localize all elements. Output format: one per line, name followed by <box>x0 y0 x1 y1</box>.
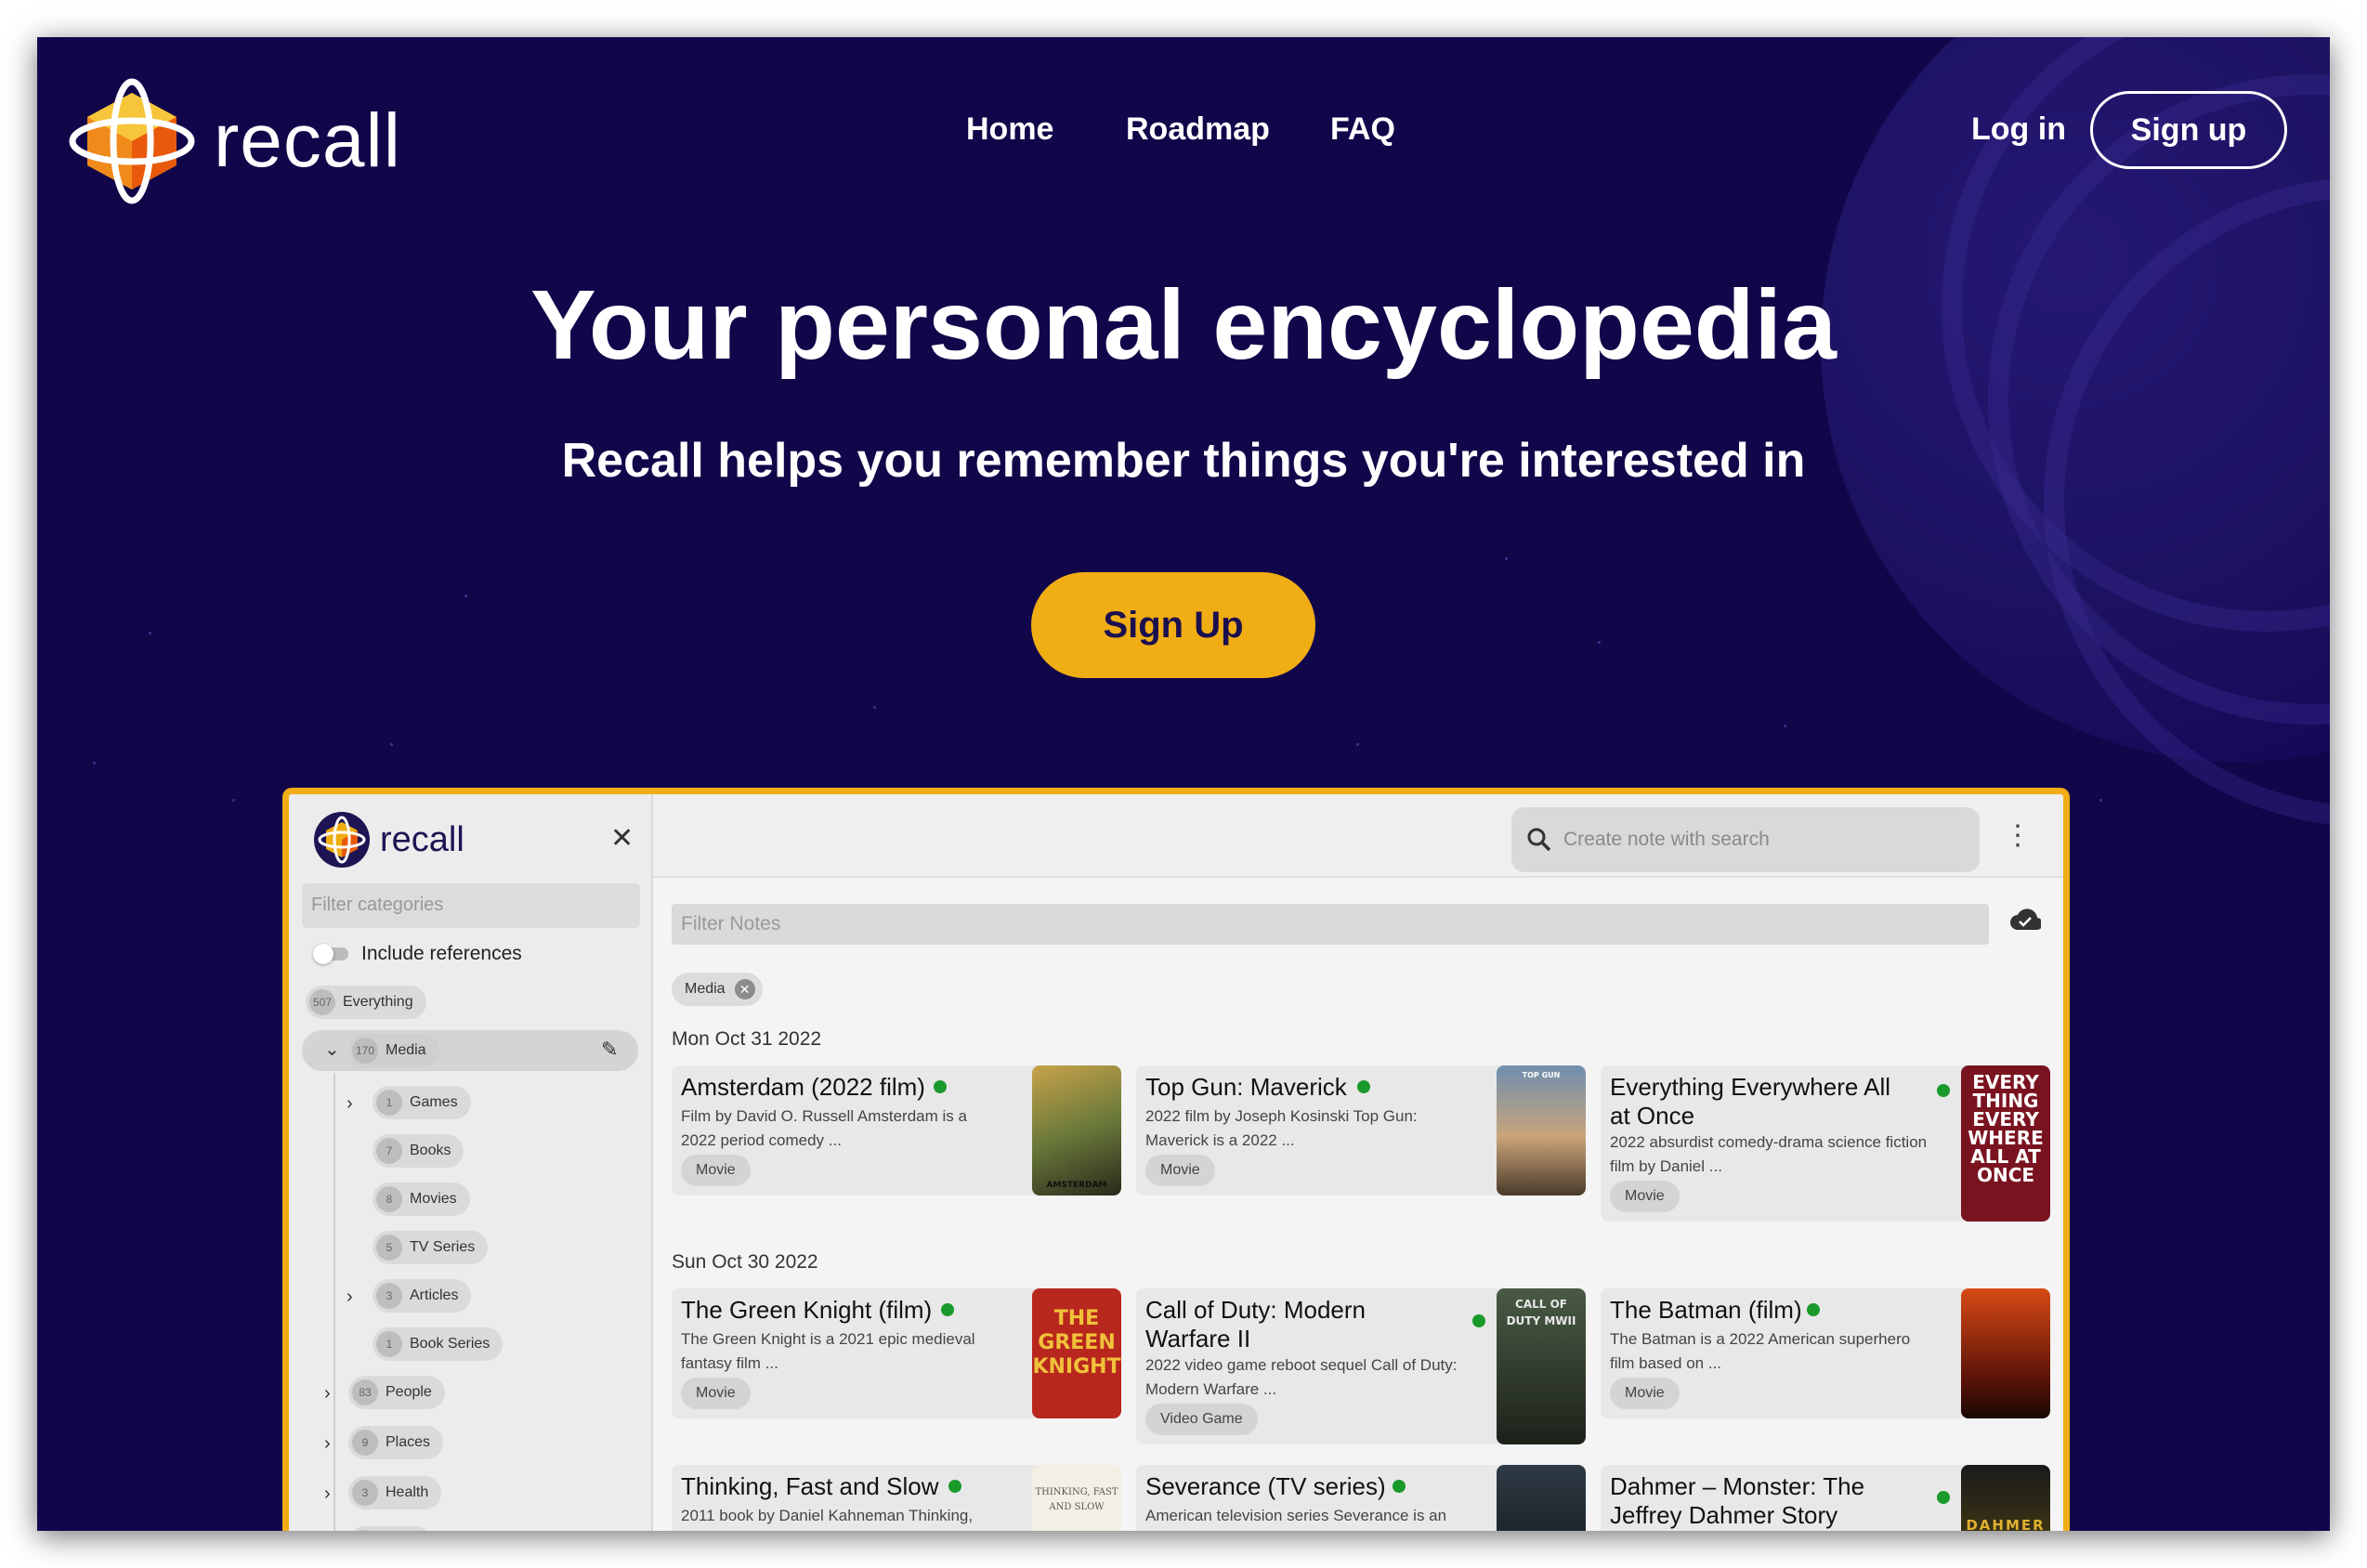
poster-image: TOP GUN <box>1497 1065 1586 1196</box>
chevron-right-icon[interactable]: › <box>324 1483 331 1505</box>
filter-notes-input[interactable]: Filter Notes <box>672 904 1989 945</box>
note-type-tag[interactable]: Movie <box>1145 1155 1215 1186</box>
note-type-tag[interactable]: Video Game <box>1145 1404 1258 1435</box>
status-dot <box>1937 1084 1950 1097</box>
nav-home[interactable]: Home <box>966 111 1053 148</box>
toggle-switch[interactable] <box>313 944 348 964</box>
status-dot <box>1472 1314 1485 1327</box>
category-everything[interactable]: 507 Everything <box>306 986 426 1019</box>
note-type-tag[interactable]: Movie <box>681 1378 751 1409</box>
include-references-toggle[interactable]: Include references <box>313 943 522 965</box>
include-references-label: Include references <box>361 943 522 964</box>
edit-pencil-icon[interactable]: ✎ <box>601 1038 618 1062</box>
status-dot <box>1937 1491 1950 1504</box>
note-card[interactable]: Dahmer – Monster: The Jeffrey Dahmer Sto… <box>1601 1465 2050 1531</box>
hero-subtitle: Recall helps you remember things you're … <box>561 434 1806 488</box>
login-link[interactable]: Log in <box>1971 111 2066 148</box>
status-dot <box>1807 1303 1820 1316</box>
note-card[interactable]: Amsterdam (2022 film) Film by David O. R… <box>672 1065 1121 1196</box>
category-people[interactable]: 83 People <box>348 1376 445 1409</box>
chevron-right-icon[interactable]: › <box>347 1287 353 1308</box>
poster-image: EVERY THING EVERY WHERE ALL AT ONCE <box>1961 1065 2050 1222</box>
status-dot <box>948 1480 961 1493</box>
clear-chip-icon[interactable]: ✕ <box>734 979 755 1000</box>
note-card[interactable]: The Batman (film) The Batman is a 2022 A… <box>1601 1288 2050 1418</box>
filter-categories-input[interactable]: Filter categories <box>302 883 640 928</box>
category-health[interactable]: 3 Health <box>348 1476 442 1509</box>
status-dot <box>1393 1480 1406 1493</box>
poster-image: THINKING, FAST AND SLOW <box>1032 1465 1121 1531</box>
status-dot <box>941 1303 954 1316</box>
nav-faq[interactable]: FAQ <box>1330 111 1395 148</box>
date-header: Mon Oct 31 2022 <box>672 1028 822 1050</box>
category-places[interactable]: 9 Places <box>348 1426 444 1459</box>
category-sidebar: recall ✕ Filter categories Include refer… <box>289 794 653 1531</box>
note-type-tag[interactable]: Movie <box>1610 1181 1680 1212</box>
app-topbar: Create note with search ⋮ <box>653 794 2063 878</box>
signup-nav-button[interactable]: Sign up <box>2090 91 2287 169</box>
category-book-series[interactable]: 1 Book Series <box>373 1327 503 1361</box>
close-icon[interactable]: ✕ <box>610 822 634 855</box>
chevron-right-icon[interactable]: › <box>347 1093 353 1115</box>
filter-chip-media[interactable]: Media ✕ <box>672 973 763 1006</box>
hero-title: Your personal encyclopedia <box>530 270 1837 380</box>
notes-main: Create note with search ⋮ Filter Notes M… <box>653 794 2063 1531</box>
poster-image: THE GREEN KNIGHT <box>1032 1288 1121 1418</box>
brand-logo[interactable]: recall <box>67 76 401 206</box>
status-dot <box>934 1080 947 1093</box>
note-card[interactable]: Everything Everywhere All at Once 2022 a… <box>1601 1065 2050 1222</box>
landing-page: recall Home Roadmap FAQ Log in Sign up Y… <box>37 37 2330 1531</box>
cloud-done-icon <box>2010 908 2041 931</box>
note-type-tag[interactable]: Movie <box>1610 1378 1680 1409</box>
note-card[interactable]: Top Gun: Maverick 2022 film by Joseph Ko… <box>1136 1065 1586 1196</box>
category-media[interactable]: 170 Media <box>348 1034 439 1067</box>
poster-image <box>1497 1465 1586 1531</box>
category-games[interactable]: 1 Games <box>373 1086 471 1119</box>
poster-image: CALL OF DUTY MWII <box>1497 1288 1586 1444</box>
category-articles[interactable]: 3 Articles <box>373 1279 472 1313</box>
note-type-tag[interactable]: Movie <box>681 1155 751 1186</box>
date-header: Sun Oct 30 2022 <box>672 1251 818 1273</box>
chevron-down-icon[interactable]: ⌄ <box>324 1038 340 1061</box>
note-card[interactable]: The Green Knight (film) The Green Knight… <box>672 1288 1121 1418</box>
recall-logo-icon <box>314 812 370 868</box>
app-brand: recall <box>313 811 464 869</box>
create-note-search[interactable]: Create note with search <box>1511 807 1980 872</box>
brand-name: recall <box>214 98 401 183</box>
chevron-right-icon[interactable]: › <box>324 1433 331 1455</box>
category-tv-series[interactable]: 5 TV Series <box>373 1231 489 1264</box>
poster-image: DAHMER <box>1961 1465 2050 1531</box>
search-icon <box>1527 828 1551 852</box>
note-card[interactable]: Thinking, Fast and Slow 2011 book by Dan… <box>672 1465 1121 1531</box>
app-brand-name: recall <box>380 819 464 859</box>
app-preview: recall ✕ Filter categories Include refer… <box>282 788 2070 1531</box>
category-movies[interactable]: 8 Movies <box>373 1183 470 1216</box>
nav-roadmap[interactable]: Roadmap <box>1126 111 1270 148</box>
note-card[interactable]: Severance (TV series) American televisio… <box>1136 1465 1586 1531</box>
poster-image <box>1961 1288 2050 1418</box>
recall-logo-icon <box>69 78 195 204</box>
category-books[interactable]: 7 Books <box>373 1134 464 1168</box>
poster-image: AMSTERDAM <box>1032 1065 1121 1196</box>
status-dot <box>1357 1080 1370 1093</box>
category-item[interactable] <box>348 1526 432 1531</box>
chevron-right-icon[interactable]: › <box>324 1383 331 1405</box>
hero-signup-button[interactable]: Sign Up <box>1031 572 1315 678</box>
note-card[interactable]: Call of Duty: Modern Warfare II 2022 vid… <box>1136 1288 1586 1444</box>
more-vert-icon[interactable]: ⋮ <box>2004 822 2032 850</box>
